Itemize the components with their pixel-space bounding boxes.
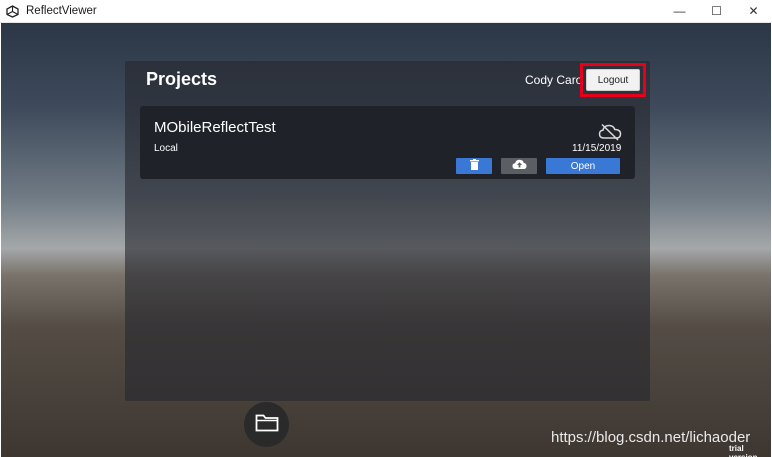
project-name: MObileReflectTest bbox=[154, 119, 276, 136]
project-date: 11/15/2019 bbox=[572, 143, 622, 154]
upload-button[interactable] bbox=[501, 158, 537, 174]
projects-panel: Projects Cody Caro Logout MObileReflectT… bbox=[125, 61, 650, 401]
cloud-offline-icon bbox=[598, 123, 622, 141]
delete-button[interactable] bbox=[456, 158, 492, 174]
window-title: ReflectViewer bbox=[26, 5, 97, 17]
viewer-viewport: Projects Cody Caro Logout MObileReflectT… bbox=[1, 23, 771, 457]
open-folder-button[interactable] bbox=[244, 402, 289, 447]
cloud-upload-icon bbox=[512, 157, 527, 175]
open-button[interactable]: Open bbox=[546, 158, 620, 174]
folder-icon bbox=[255, 413, 279, 437]
project-card[interactable]: MObileReflectTest Local 11/15/2019 Open bbox=[140, 106, 635, 179]
logout-button[interactable]: Logout bbox=[586, 69, 640, 91]
user-name: Cody Caro bbox=[525, 73, 583, 87]
window-controls: — ☐ ✕ bbox=[661, 0, 772, 22]
close-button[interactable]: ✕ bbox=[735, 0, 772, 22]
unity-icon bbox=[6, 4, 20, 18]
page-title: Projects bbox=[146, 69, 218, 89]
window-titlebar: ReflectViewer — ☐ ✕ bbox=[0, 0, 772, 23]
maximize-button[interactable]: ☐ bbox=[698, 0, 735, 22]
project-location: Local bbox=[154, 143, 178, 154]
trial-version-label: trial version bbox=[729, 444, 757, 457]
minimize-button[interactable]: — bbox=[661, 0, 698, 22]
trash-icon bbox=[469, 157, 479, 175]
watermark-text: https://blog.csdn.net/lichaoder bbox=[551, 429, 751, 446]
